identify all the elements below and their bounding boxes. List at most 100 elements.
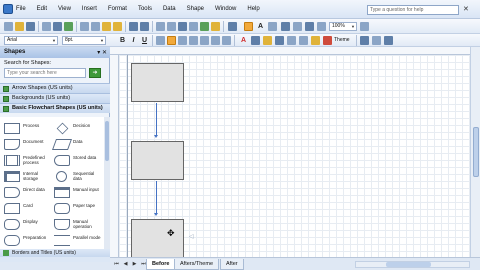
italic-icon[interactable]: I: [129, 36, 138, 45]
shape-process[interactable]: Process: [2, 121, 52, 137]
fill-color-icon[interactable]: [263, 36, 272, 45]
scrollbar-thumb[interactable]: [105, 121, 109, 161]
line-pattern-icon[interactable]: [287, 36, 296, 45]
menu-format[interactable]: Format: [108, 6, 127, 13]
page-tab-afters-theme[interactable]: Afters/Theme: [174, 259, 220, 270]
scrollbar-thumb[interactable]: [473, 127, 479, 177]
close-icon[interactable]: ▾ ✕: [97, 49, 107, 56]
flowchart-process-shape[interactable]: [131, 141, 184, 180]
menu-help[interactable]: Help: [247, 6, 259, 13]
shape-display[interactable]: Display: [2, 217, 52, 233]
save-icon[interactable]: [26, 22, 35, 31]
first-page-icon[interactable]: ⏮: [113, 260, 120, 268]
hyperlink-icon[interactable]: [156, 22, 165, 31]
align-top-icon[interactable]: [200, 36, 209, 45]
shape-decision[interactable]: Decision: [52, 121, 102, 137]
page-tab-before[interactable]: Before: [146, 259, 176, 270]
zoom-in-icon[interactable]: [317, 22, 326, 31]
data-graphics-icon[interactable]: [200, 22, 209, 31]
align-middle-icon[interactable]: [211, 36, 220, 45]
theme-icon[interactable]: [211, 22, 220, 31]
shape-manual-input[interactable]: Manual input: [52, 185, 102, 201]
close-window-icon[interactable]: ✕: [463, 5, 469, 13]
redo-icon[interactable]: [140, 22, 149, 31]
stencil-basic-flowchart[interactable]: Basic Flowchart Shapes (US units): [0, 103, 110, 113]
shape-document[interactable]: Document: [2, 137, 52, 153]
copy-icon[interactable]: [91, 22, 100, 31]
menu-data[interactable]: Data: [163, 6, 176, 13]
shape-internal-storage[interactable]: Internal storage: [2, 169, 52, 185]
undo-icon[interactable]: [129, 22, 138, 31]
shape-data[interactable]: Data: [51, 137, 102, 153]
shape-paper-tape[interactable]: Paper tape: [52, 201, 102, 217]
drawing-explorer-icon[interactable]: [189, 22, 198, 31]
align-center-icon[interactable]: [167, 36, 176, 45]
shape-manual-operation[interactable]: Manual operation: [52, 217, 102, 233]
print-icon[interactable]: [42, 22, 51, 31]
flowchart-process-shape[interactable]: [131, 219, 184, 257]
align-bottom-icon[interactable]: [222, 36, 231, 45]
menu-edit[interactable]: Edit: [37, 6, 47, 13]
drawing-tools-icon[interactable]: [268, 22, 277, 31]
pan-zoom-icon[interactable]: [178, 22, 187, 31]
shape-sequential-data[interactable]: Sequential data: [52, 169, 102, 185]
scrollbar-thumb[interactable]: [386, 262, 431, 267]
menu-insert[interactable]: Insert: [82, 6, 97, 13]
open-icon[interactable]: [15, 22, 24, 31]
layout-icon[interactable]: [372, 36, 381, 45]
shadow-color-icon[interactable]: [311, 36, 320, 45]
shapes-window-icon[interactable]: [167, 22, 176, 31]
menu-window[interactable]: Window: [215, 6, 236, 13]
shape-stored-data[interactable]: Stored data: [52, 153, 102, 169]
vertical-scrollbar[interactable]: [470, 47, 480, 257]
prev-page-icon[interactable]: ◀: [122, 260, 129, 268]
format-painter-icon[interactable]: [113, 22, 122, 31]
shape-direct-data[interactable]: Direct data: [2, 185, 52, 201]
shape-card[interactable]: Card: [2, 201, 52, 217]
pointer-tool-icon[interactable]: [228, 22, 237, 31]
page-tab-after[interactable]: After: [220, 259, 244, 270]
stencil-borders-titles[interactable]: Borders and Titles (US units): [0, 249, 110, 257]
stencil-backgrounds[interactable]: Backgrounds (US units): [0, 93, 110, 103]
menu-tools[interactable]: Tools: [138, 6, 152, 13]
underline-icon[interactable]: U: [140, 36, 149, 45]
align-left-icon[interactable]: [156, 36, 165, 45]
stamp-tool-icon[interactable]: [293, 22, 302, 31]
line-ends-icon[interactable]: [299, 36, 308, 45]
cut-icon[interactable]: [80, 22, 89, 31]
menu-shape[interactable]: Shape: [187, 6, 204, 13]
spelling-icon[interactable]: [64, 22, 73, 31]
align-right-icon[interactable]: [178, 36, 187, 45]
connect-shapes-icon[interactable]: [360, 36, 369, 45]
font-select[interactable]: Arial ▼: [4, 36, 58, 45]
shape-predefined-process[interactable]: Predefined process: [2, 153, 52, 169]
ink-tool-icon[interactable]: [305, 22, 314, 31]
drawing-canvas[interactable]: ✥ ◁: [119, 55, 470, 257]
bold-icon[interactable]: B: [118, 36, 127, 45]
connector-line[interactable]: [156, 181, 157, 213]
help-icon[interactable]: [360, 22, 369, 31]
justify-icon[interactable]: [189, 36, 198, 45]
text-tool-icon[interactable]: A: [256, 22, 265, 31]
menu-view[interactable]: View: [58, 6, 71, 13]
distribute-icon[interactable]: [384, 36, 393, 45]
visio-app-icon[interactable]: [3, 4, 13, 14]
next-page-icon[interactable]: ▶: [131, 260, 138, 268]
horizontal-scrollbar[interactable]: [355, 261, 470, 268]
menu-file[interactable]: File: [16, 6, 26, 13]
new-icon[interactable]: [4, 22, 13, 31]
line-weight-icon[interactable]: [275, 36, 284, 45]
print-preview-icon[interactable]: [53, 22, 62, 31]
font-color-icon[interactable]: A: [239, 36, 248, 45]
flowchart-process-shape[interactable]: [131, 63, 184, 102]
shape-search-input[interactable]: Type your search here: [4, 68, 86, 78]
theme-button[interactable]: Theme: [334, 36, 350, 45]
stencil-arrow-shapes[interactable]: Arrow Shapes (US units): [0, 83, 110, 93]
zoom-select[interactable]: 100% ▼: [329, 22, 357, 31]
connection-point-tool-icon[interactable]: [281, 22, 290, 31]
search-go-button[interactable]: ➜: [89, 68, 101, 78]
theme-colors-icon[interactable]: [323, 36, 332, 45]
help-search-input[interactable]: Type a question for help: [367, 5, 459, 15]
connector-line[interactable]: [156, 103, 157, 135]
line-color-icon[interactable]: [251, 36, 260, 45]
